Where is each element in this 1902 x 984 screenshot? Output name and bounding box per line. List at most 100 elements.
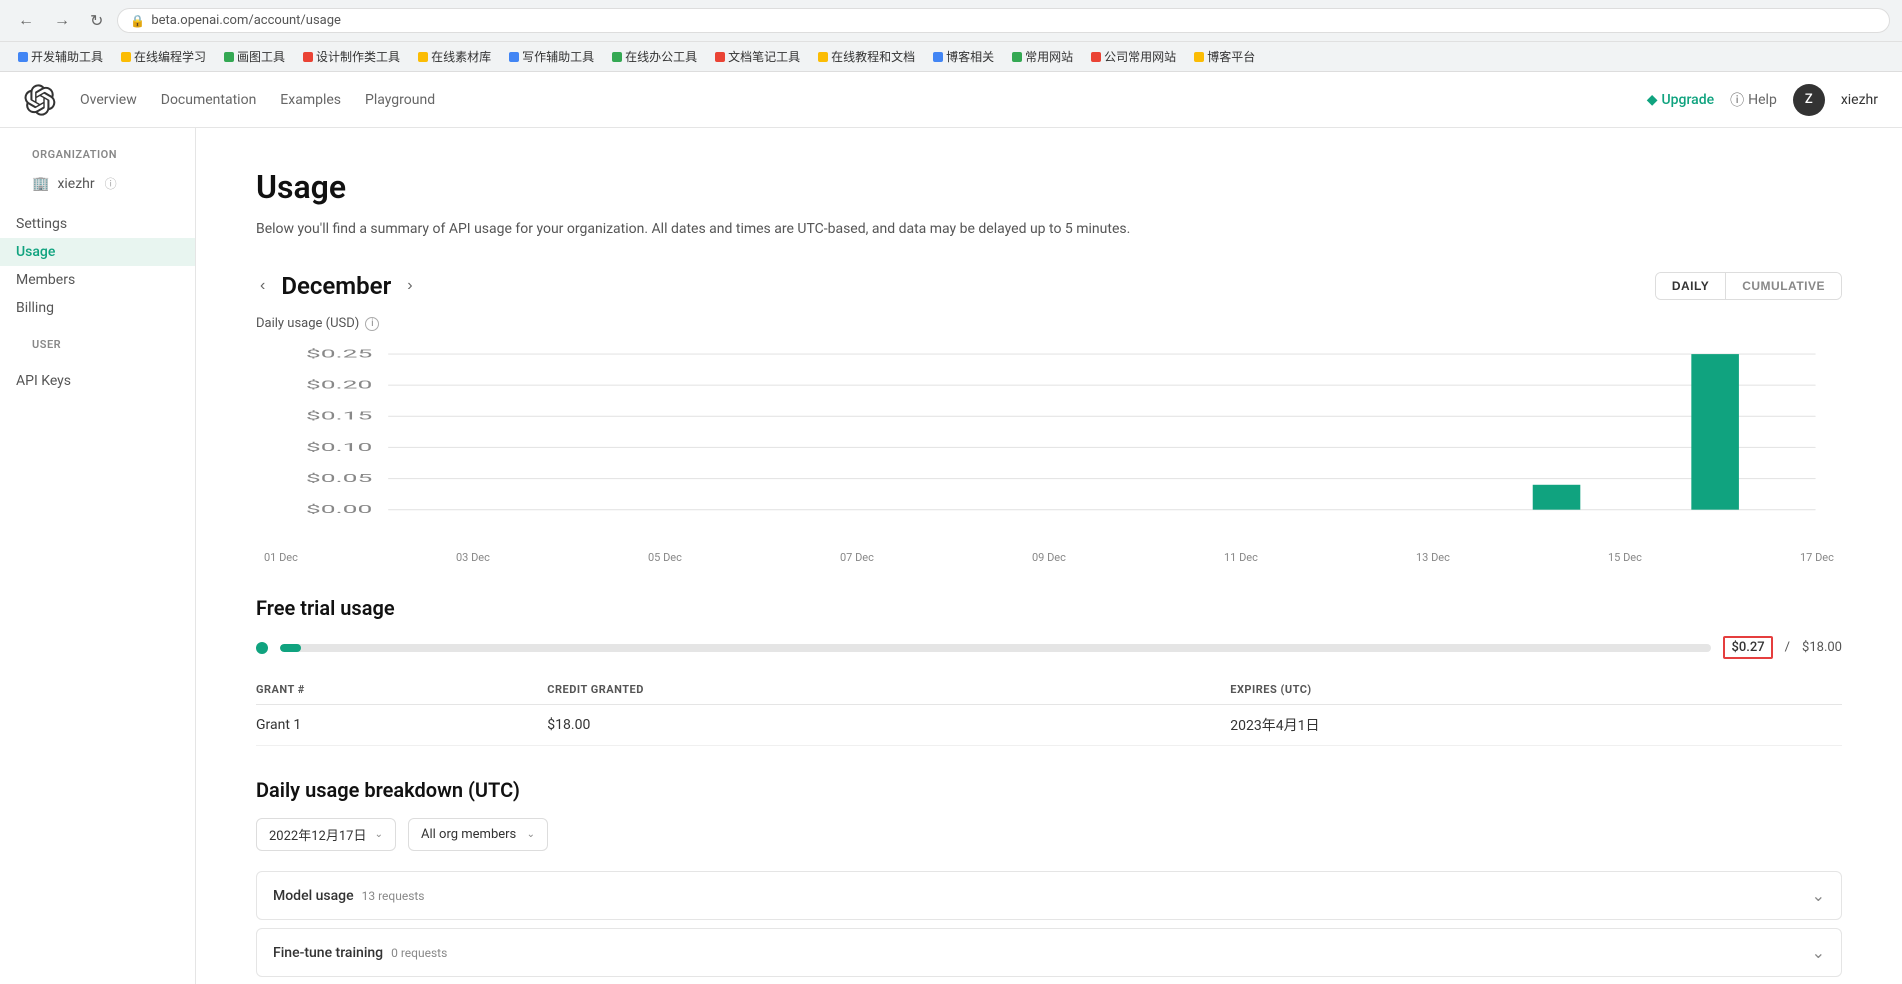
bookmark-label: 文档笔记工具 [728, 48, 800, 65]
date-filter-chevron: ⌄ [375, 829, 383, 840]
chart-label: Daily usage (USD) i [256, 316, 1842, 331]
grant-header-2: EXPIRES (UTC) [1198, 675, 1842, 705]
chart-header: ‹ December › DAILY CUMULATIVE [256, 272, 1842, 300]
daily-toggle-button[interactable]: DAILY [1656, 273, 1726, 299]
sidebar-item-settings[interactable]: Settings [0, 210, 195, 238]
bookmark-item[interactable]: 设计制作类工具 [297, 46, 406, 67]
sidebar: ORGANIZATION 🏢 xiezhr ⓘ Settings Usage M… [0, 128, 196, 984]
building-icon: 🏢 [32, 176, 49, 192]
prev-month-button[interactable]: ‹ [256, 273, 269, 299]
bookmark-favicon [612, 52, 622, 62]
bookmark-favicon [1194, 52, 1204, 62]
help-link[interactable]: ⓘ Help [1730, 90, 1777, 110]
grant-header-0: GRANT # [256, 675, 515, 705]
bookmark-item[interactable]: 在线编程学习 [115, 46, 212, 67]
nav-playground[interactable]: Playground [365, 92, 435, 108]
url-text: beta.openai.com/account/usage [151, 13, 341, 28]
nav-overview[interactable]: Overview [80, 92, 137, 108]
address-bar[interactable]: 🔒 beta.openai.com/account/usage [117, 8, 1890, 33]
sidebar-item-billing[interactable]: Billing [0, 294, 195, 322]
model-usage-header[interactable]: Model usage 13 requests ⌄ [257, 872, 1841, 919]
usage-bar-container: $0.27 / $18.00 [256, 636, 1842, 659]
finetune-count: 0 requests [391, 946, 447, 960]
nav-documentation[interactable]: Documentation [161, 92, 257, 108]
sidebar-item-members[interactable]: Members [0, 266, 195, 294]
bookmark-item[interactable]: 公司常用网站 [1085, 46, 1182, 67]
free-trial-title: Free trial usage [256, 596, 1842, 620]
bookmark-item[interactable]: 在线素材库 [412, 46, 497, 67]
date-filter-select[interactable]: 2022年12月17日 ⌄ [256, 818, 396, 851]
x-label-17dec: 17 Dec [1800, 551, 1834, 564]
sidebar-item-label: Billing [16, 300, 54, 316]
x-label-09dec: 09 Dec [1032, 551, 1066, 564]
grant-table: GRANT # CREDIT GRANTED EXPIRES (UTC) Gra… [256, 675, 1842, 746]
openai-logo [24, 84, 56, 116]
bookmark-label: 设计制作类工具 [316, 48, 400, 65]
bookmark-label: 博客相关 [946, 48, 994, 65]
bookmark-favicon [121, 52, 131, 62]
grant-header-1: CREDIT GRANTED [515, 675, 1198, 705]
reload-button[interactable]: ↻ [84, 9, 109, 33]
sidebar-item-label: Settings [16, 216, 67, 232]
x-label-15dec: 15 Dec [1608, 551, 1642, 564]
top-nav: Overview Documentation Examples Playgrou… [0, 72, 1902, 128]
bookmark-label: 写作辅助工具 [522, 48, 594, 65]
bookmark-item[interactable]: 博客平台 [1188, 46, 1261, 67]
x-label-03dec: 03 Dec [456, 551, 490, 564]
sidebar-item-label: Usage [16, 244, 55, 260]
usage-amount-total: $18.00 [1802, 640, 1842, 655]
bookmark-favicon [1012, 52, 1022, 62]
sidebar-org-name: 🏢 xiezhr ⓘ [16, 169, 179, 198]
upgrade-button[interactable]: ◆ Upgrade [1647, 92, 1714, 108]
svg-text:$0.25: $0.25 [306, 347, 372, 360]
bookmark-label: 在线教程和文档 [831, 48, 915, 65]
model-usage-title: Model usage 13 requests [273, 888, 425, 904]
bookmark-label: 画图工具 [237, 48, 285, 65]
help-label: Help [1748, 92, 1777, 108]
bookmark-label: 在线办公工具 [625, 48, 697, 65]
bar-17dec [1691, 355, 1739, 511]
finetune-chevron: ⌄ [1812, 943, 1825, 962]
nav-right: ◆ Upgrade ⓘ Help Z xiezhr [1647, 84, 1878, 116]
sidebar-item-label: API Keys [16, 373, 71, 389]
chart-info-icon[interactable]: i [365, 317, 379, 331]
usage-amount-used: $0.27 [1723, 636, 1772, 659]
finetune-title: Fine-tune training 0 requests [273, 945, 447, 961]
bookmark-item[interactable]: 文档笔记工具 [709, 46, 806, 67]
sidebar-item-api-keys[interactable]: API Keys [0, 367, 195, 395]
lock-icon: 🔒 [130, 14, 145, 28]
bookmark-item[interactable]: 在线教程和文档 [812, 46, 921, 67]
bookmark-label: 博客平台 [1207, 48, 1255, 65]
bookmark-favicon [818, 52, 828, 62]
cumulative-toggle-button[interactable]: CUMULATIVE [1726, 273, 1841, 299]
page-title: Usage [256, 168, 1842, 206]
nav-examples[interactable]: Examples [280, 92, 341, 108]
bookmark-item[interactable]: 写作辅助工具 [503, 46, 600, 67]
bookmark-item[interactable]: 开发辅助工具 [12, 46, 109, 67]
month-nav: ‹ December › [256, 272, 417, 300]
bookmark-label: 开发辅助工具 [31, 48, 103, 65]
model-usage-count: 13 requests [362, 889, 425, 903]
bookmark-favicon [933, 52, 943, 62]
bookmark-favicon [224, 52, 234, 62]
browser-chrome: ← → ↻ 🔒 beta.openai.com/account/usage 开发… [0, 0, 1902, 72]
next-month-button[interactable]: › [403, 273, 416, 299]
bookmark-item[interactable]: 画图工具 [218, 46, 291, 67]
user-avatar[interactable]: Z [1793, 84, 1825, 116]
avatar-letter: Z [1805, 92, 1813, 107]
bookmark-label: 公司常用网站 [1104, 48, 1176, 65]
month-title: December [281, 272, 391, 300]
bookmark-item[interactable]: 博客相关 [927, 46, 1000, 67]
forward-button[interactable]: → [48, 10, 76, 32]
member-filter-select[interactable]: All org members ⌄ [408, 818, 548, 851]
bookmark-favicon [715, 52, 725, 62]
member-filter-chevron: ⌄ [527, 829, 535, 840]
info-icon: ⓘ [105, 175, 117, 192]
back-button[interactable]: ← [12, 10, 40, 32]
finetune-header[interactable]: Fine-tune training 0 requests ⌄ [257, 929, 1841, 976]
bookmark-item[interactable]: 常用网站 [1006, 46, 1079, 67]
sidebar-item-usage[interactable]: Usage [0, 238, 195, 266]
bookmark-item[interactable]: 在线办公工具 [606, 46, 703, 67]
grant-row: Grant 1 $18.00 2023年4月1日 [256, 705, 1842, 746]
bookmark-label: 在线素材库 [431, 48, 491, 65]
